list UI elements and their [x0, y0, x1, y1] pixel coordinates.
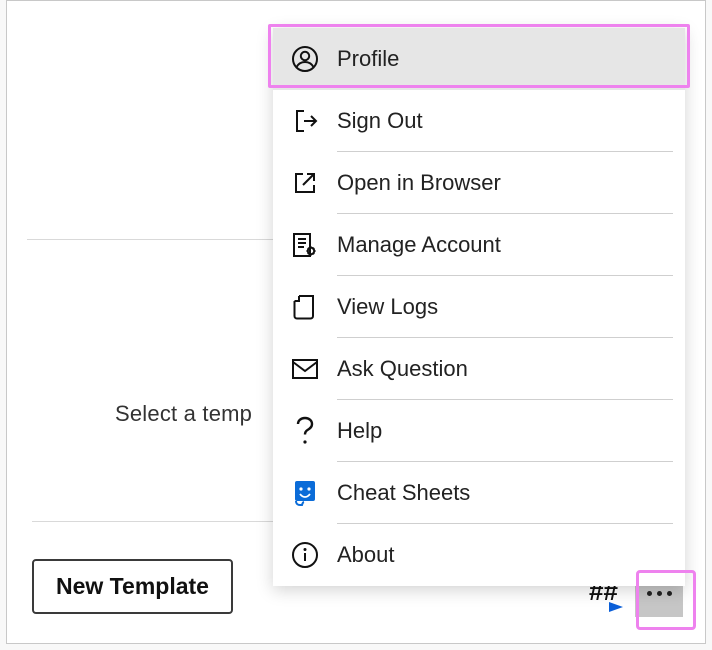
info-icon: [273, 541, 337, 569]
menu-item-label: Profile: [337, 46, 685, 72]
menu-item-open-browser[interactable]: Open in Browser: [273, 152, 685, 214]
overflow-menu: Profile Sign Out Open in Browser: [273, 28, 685, 586]
menu-item-sign-out[interactable]: Sign Out: [273, 90, 685, 152]
menu-item-help[interactable]: Help: [273, 400, 685, 462]
sign-out-icon: [273, 107, 337, 135]
menu-item-view-logs[interactable]: View Logs: [273, 276, 685, 338]
manage-account-icon: [273, 231, 337, 259]
menu-item-label: Ask Question: [337, 356, 685, 382]
menu-item-ask-question[interactable]: Ask Question: [273, 338, 685, 400]
menu-item-label: Cheat Sheets: [337, 480, 685, 506]
menu-item-label: Manage Account: [337, 232, 685, 258]
profile-icon: [273, 45, 337, 73]
logs-icon: [273, 293, 337, 321]
menu-item-label: View Logs: [337, 294, 685, 320]
cheat-sheets-icon: [273, 479, 337, 507]
menu-item-manage-account[interactable]: Manage Account: [273, 214, 685, 276]
menu-item-about[interactable]: About: [273, 524, 685, 586]
menu-item-label: Help: [337, 418, 685, 444]
external-link-icon: [273, 170, 337, 196]
mail-icon: [273, 358, 337, 380]
menu-item-profile[interactable]: Profile: [273, 28, 685, 90]
prompt-text: Select a temp: [115, 401, 252, 427]
menu-item-label: Open in Browser: [337, 170, 685, 196]
menu-item-cheat-sheets[interactable]: Cheat Sheets: [273, 462, 685, 524]
menu-item-label: Sign Out: [337, 108, 685, 134]
menu-item-label: About: [337, 542, 685, 568]
help-icon: [273, 416, 337, 446]
new-template-button[interactable]: New Template: [32, 559, 233, 614]
ellipsis-icon: [647, 591, 672, 596]
